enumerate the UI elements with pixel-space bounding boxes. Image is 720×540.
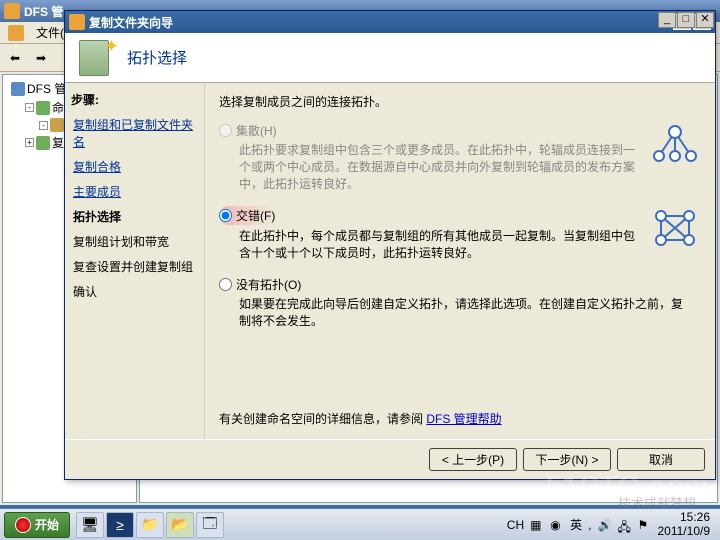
wizard-dialog: 复制文件夹向导 ? ✕ ✦ 拓扑选择 步骤: 复制组和已复制文件夹名 复制合格 … — [64, 10, 716, 480]
parent-title: DFS 管 — [24, 3, 63, 20]
toolbar-fwd-icon[interactable]: ➡ — [30, 47, 52, 69]
step-primary[interactable]: 主要成员 — [71, 179, 198, 204]
app-icon — [4, 3, 20, 19]
next-button[interactable]: 下一步(N) > — [523, 448, 611, 471]
tray-icon[interactable]: ▦ — [530, 518, 544, 532]
wizard-main: 选择复制成员之间的连接拓扑。 集散(H) 此拓扑要求复制组中包含三个或更多成员。… — [205, 83, 715, 439]
radio-hub-spoke-input — [219, 124, 232, 137]
tree-icon — [36, 136, 50, 150]
tree-icon — [11, 82, 25, 96]
ime-en[interactable]: 英 — [570, 516, 582, 533]
wizard-icon — [69, 14, 85, 30]
radio-full-mesh-input[interactable] — [219, 209, 232, 222]
minimize-button[interactable]: _ — [658, 12, 676, 28]
desc-full-mesh: 在此拓扑中，每个成员都与复制组的所有其他成员一起复制。当复制组中包含十个或十个以… — [239, 228, 639, 262]
ql-explorer-icon[interactable]: 📁 — [136, 512, 164, 538]
tree-icon — [50, 118, 64, 132]
wizard-header-title: 拓扑选择 — [127, 47, 187, 68]
step-replication-group[interactable]: 复制组和已复制文件夹名 — [71, 112, 198, 154]
ql-powershell-icon[interactable]: ≥ — [106, 512, 134, 538]
step-schedule: 复制组计划和带宽 — [71, 229, 198, 254]
tree-icon — [36, 101, 50, 115]
ql-server-icon[interactable]: 🖥 — [76, 512, 104, 538]
full-mesh-icon — [649, 206, 701, 250]
network-icon[interactable]: 🖧 — [618, 518, 632, 532]
parent-window-controls: _ □ ✕ — [658, 12, 714, 28]
tray-icon[interactable]: ◉ — [550, 518, 564, 532]
instruction-text: 选择复制成员之间的连接拓扑。 — [219, 93, 701, 110]
radio-full-mesh[interactable]: 交错(F) — [219, 206, 287, 225]
toolbar-back-icon[interactable]: ⬅ — [4, 47, 26, 69]
expand-icon[interactable]: + — [25, 138, 34, 147]
desc-no-topology: 如果要在完成此向导后创建自定义拓扑，请选择此选项。在创建自定义拓扑之前，复制将不… — [239, 296, 691, 330]
prev-button[interactable]: < 上一步(P) — [429, 448, 517, 471]
quick-launch: 🖥 ≥ 📁 📂 🗔 — [76, 512, 224, 538]
start-button[interactable]: 开始 — [4, 512, 70, 538]
step-review: 复查设置并创建复制组 — [71, 254, 198, 279]
help-line: 有关创建命名空间的详细信息，请参阅 DFS 管理帮助 — [219, 410, 502, 427]
clock[interactable]: 15:26 2011/10/9 — [658, 511, 711, 537]
option-hub-spoke: 集散(H) 此拓扑要求复制组中包含三个或更多成员。在此拓扑中，轮辐成员连接到一个… — [219, 122, 701, 192]
collapse-icon[interactable]: - — [39, 121, 48, 130]
start-orb-icon — [15, 517, 31, 533]
desc-hub-spoke: 此拓扑要求复制组中包含三个或更多成员。在此拓扑中，轮辐成员连接到一个或两个中心成… — [239, 142, 639, 192]
collapse-icon[interactable]: - — [25, 103, 34, 112]
ql-folder-icon[interactable]: 📂 — [166, 512, 194, 538]
menu-icon — [8, 25, 24, 41]
steps-heading: 步骤: — [71, 91, 198, 108]
wizard-steps: 步骤: 复制组和已复制文件夹名 复制合格 主要成员 拓扑选择 复制组计划和带宽 … — [65, 83, 205, 439]
radio-no-topology-input[interactable] — [219, 278, 232, 291]
close-button[interactable]: ✕ — [696, 12, 714, 28]
option-no-topology: 没有拓扑(O) 如果要在完成此向导后创建自定义拓扑，请选择此选项。在创建自定义拓… — [219, 276, 701, 330]
wizard-header-icon: ✦ — [77, 38, 117, 78]
step-confirm: 确认 — [71, 279, 198, 304]
ime-ch[interactable]: CH — [507, 518, 524, 532]
radio-no-topology[interactable]: 没有拓扑(O) — [219, 276, 691, 293]
wizard-titlebar[interactable]: 复制文件夹向导 ? ✕ — [65, 11, 715, 33]
wizard-header: ✦ 拓扑选择 — [65, 33, 715, 83]
flag-icon[interactable]: ⚑ — [638, 518, 652, 532]
help-link[interactable]: DFS 管理帮助 — [426, 412, 501, 426]
step-topology[interactable]: 拓扑选择 — [71, 204, 198, 229]
radio-hub-spoke: 集散(H) — [219, 122, 639, 139]
cancel-button[interactable]: 取消 — [617, 448, 705, 471]
system-tray: CH ▦ ◉ 英 , 🔊 🖧 ⚑ 15:26 2011/10/9 — [501, 511, 716, 537]
ql-app-icon[interactable]: 🗔 — [196, 512, 224, 538]
option-full-mesh: 交错(F) 在此拓扑中，每个成员都与复制组的所有其他成员一起复制。当复制组中包含… — [219, 206, 701, 262]
hub-spoke-icon — [649, 122, 701, 166]
volume-icon[interactable]: 🔊 — [598, 518, 612, 532]
taskbar: 开始 🖥 ≥ 📁 📂 🗔 CH ▦ ◉ 英 , 🔊 🖧 ⚑ 15:26 2011… — [0, 508, 720, 540]
step-eligibility[interactable]: 复制合格 — [71, 154, 198, 179]
maximize-button[interactable]: □ — [677, 12, 695, 28]
wizard-title: 复制文件夹向导 — [89, 14, 673, 31]
